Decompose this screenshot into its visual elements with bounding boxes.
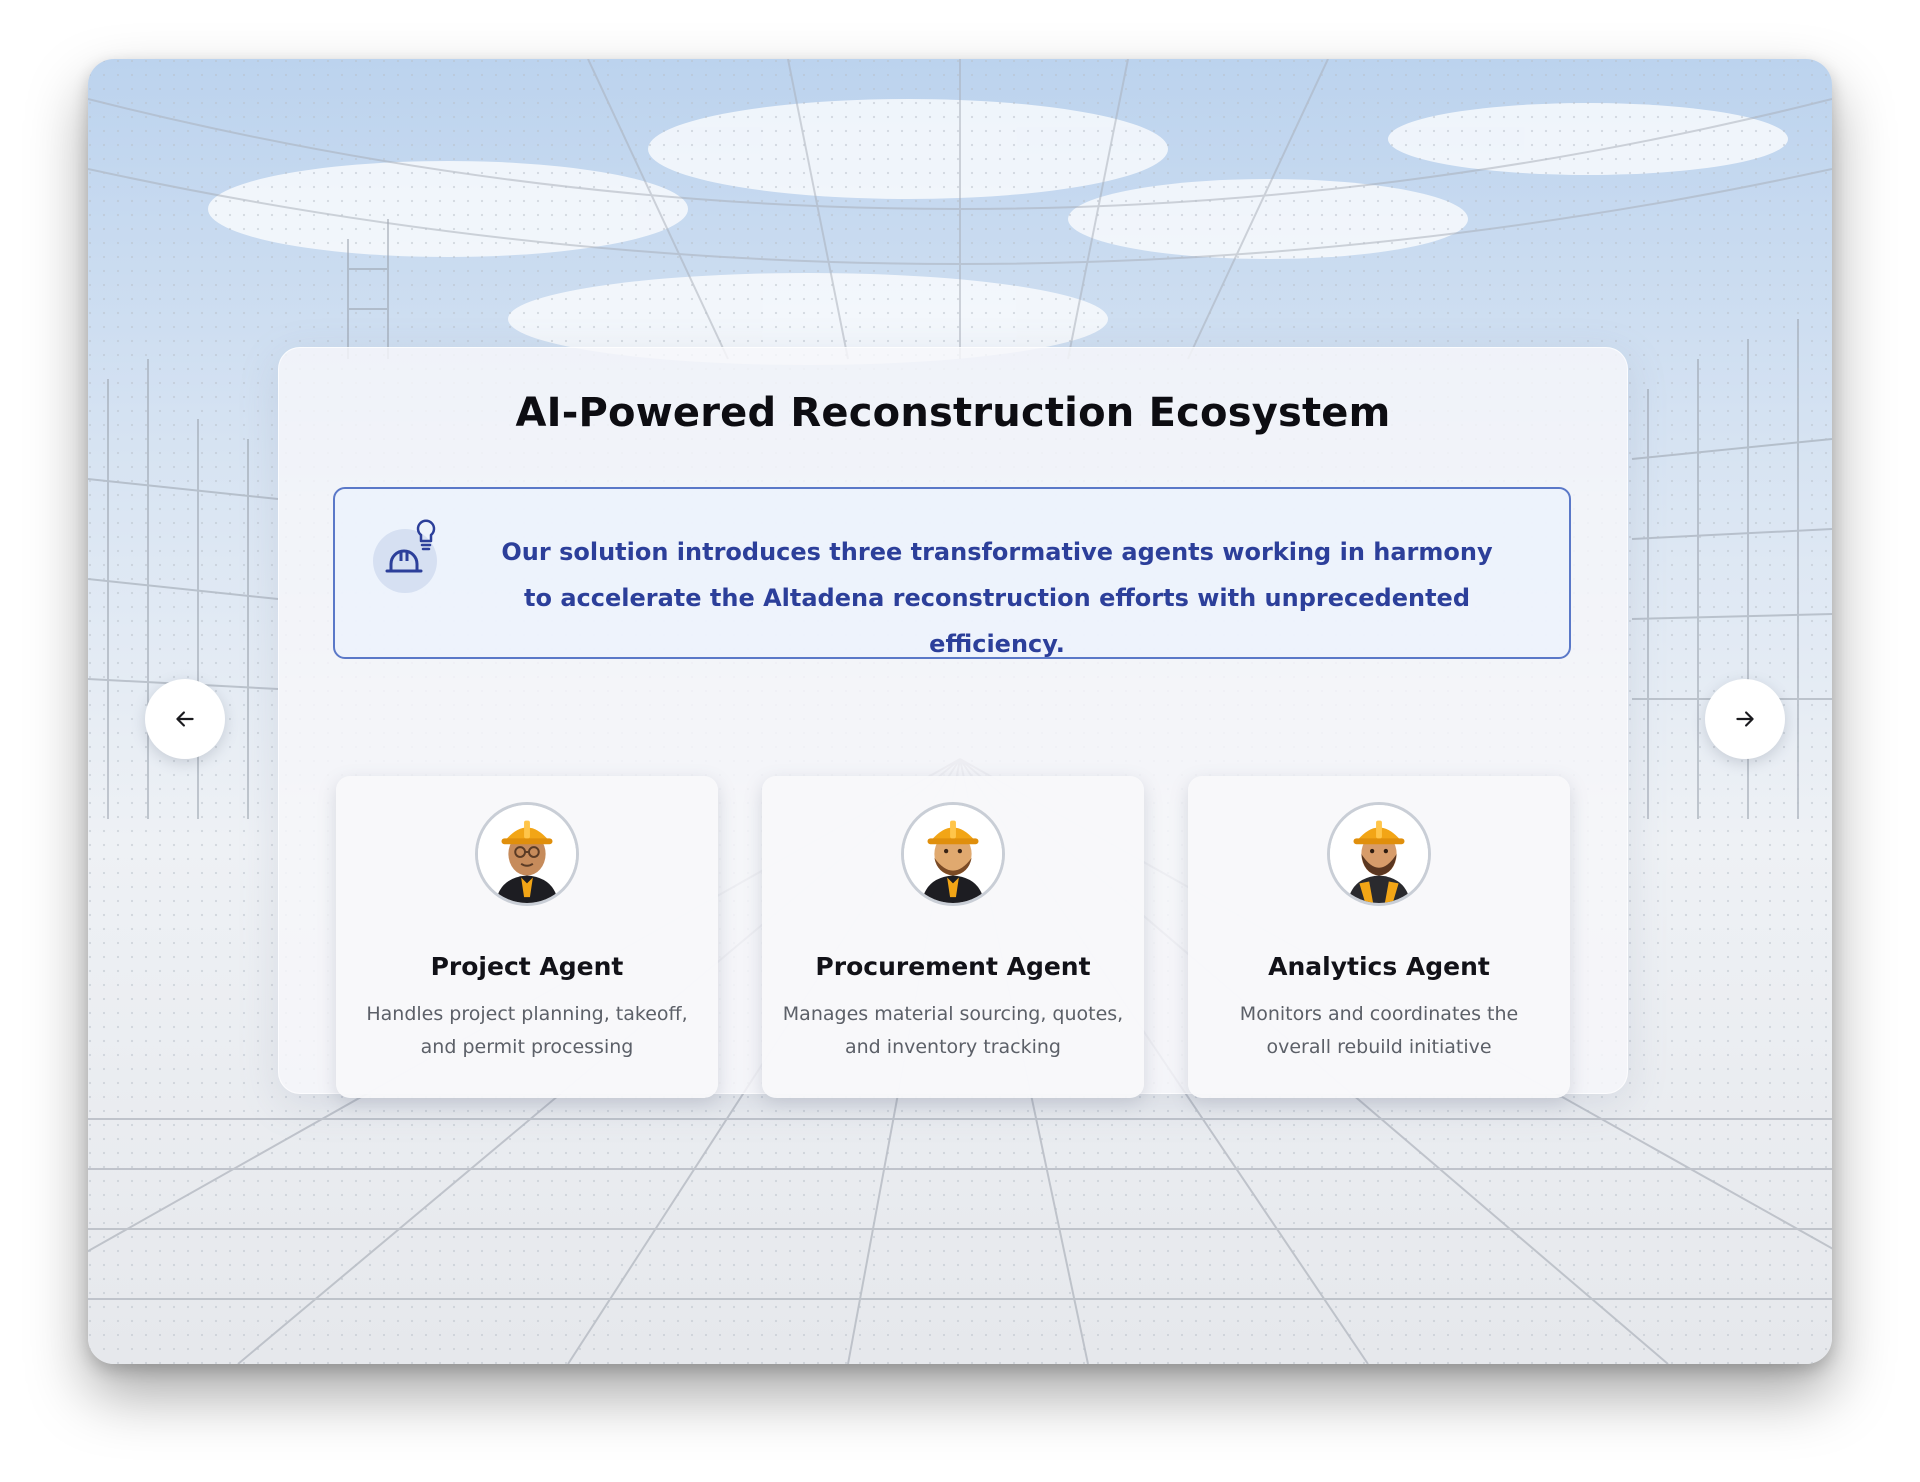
construction-worker-vest-avatar [1327, 802, 1431, 906]
construction-worker-beard-avatar [901, 802, 1005, 906]
previous-slide-button[interactable] [145, 679, 225, 759]
agent-card-analytics: Analytics Agent Monitors and coordinates… [1188, 776, 1570, 1098]
agent-name: Analytics Agent [1268, 952, 1490, 981]
agent-description: Manages material sourcing, quotes, and i… [782, 1003, 1124, 1058]
next-slide-button[interactable] [1705, 679, 1785, 759]
agent-name: Procurement Agent [815, 952, 1091, 981]
slide-title: AI-Powered Reconstruction Ecosystem [515, 390, 1391, 436]
content-card: AI-Powered Reconstruction Ecosystem Our … [278, 347, 1628, 1098]
agent-card-project: Project Agent Handles project planning, … [336, 776, 718, 1098]
agent-description: Monitors and coordinates the overall reb… [1239, 1003, 1519, 1058]
intro-callout: Our solution introduces three transforma… [333, 487, 1571, 659]
slide-window: AI-Powered Reconstruction Ecosystem Our … [88, 59, 1832, 1364]
agent-card-procurement: Procurement Agent Manages material sourc… [762, 776, 1144, 1098]
agent-description: Handles project planning, takeoff, and p… [366, 1003, 688, 1058]
arrow-right-icon [1736, 711, 1754, 727]
intro-text: Our solution introduces three transforma… [501, 538, 1493, 658]
hardhat-lightbulb-icon [373, 519, 437, 593]
construction-worker-glasses-avatar [475, 802, 579, 906]
arrow-left-icon [176, 711, 194, 727]
agent-name: Project Agent [430, 952, 624, 981]
